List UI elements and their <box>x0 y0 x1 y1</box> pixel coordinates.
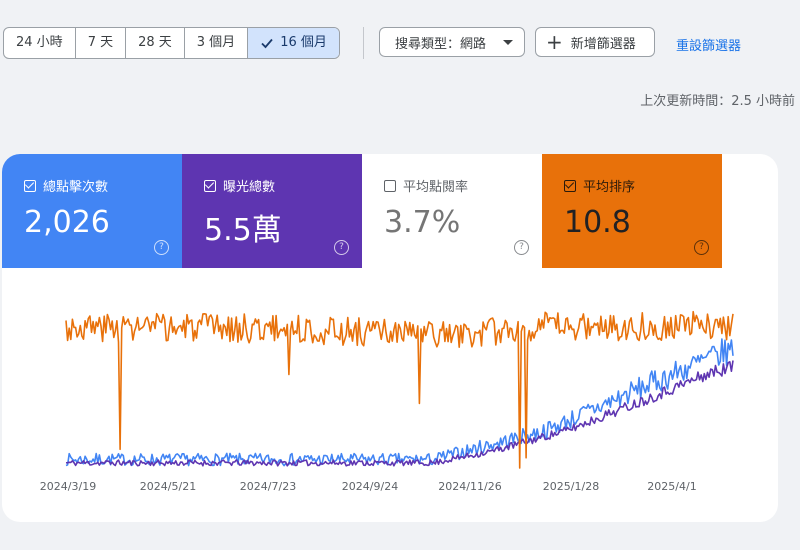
date-range-group: 24 小時 7 天 28 天 3 個月 16 個月 <box>3 27 340 59</box>
series-line-1 <box>65 360 734 467</box>
add-filter-label: 新增篩選器 <box>570 36 636 52</box>
reset-filters-link[interactable]: 重設篩選器 <box>676 35 741 54</box>
plus-icon: + <box>546 30 563 54</box>
performance-chart: 2024/3/19 2024/5/21 2024/7/23 2024/9/24 2024… <box>40 310 734 493</box>
performance-panel: 總點擊次數 2,026 ? 曝光總數 5.5萬 ? 平均點閱率 3.7% ? 平… <box>2 154 778 522</box>
x-tick-label: 2025/1/28 <box>543 480 599 493</box>
x-tick-label: 2025/4/1 <box>647 480 696 493</box>
series-line-0 <box>65 338 734 467</box>
metric-value: 10.8 <box>564 205 631 240</box>
last-updated-text: 上次更新時間：2.5 小時前 <box>640 94 795 109</box>
checkbox-icon[interactable] <box>204 179 216 192</box>
range-3m-button[interactable]: 3 個月 <box>185 28 249 58</box>
checkbox-icon[interactable] <box>384 179 396 192</box>
x-tick-label: 2024/9/24 <box>342 480 398 493</box>
range-16m-label: 16 個月 <box>280 35 327 50</box>
metric-value: 3.7% <box>384 205 461 240</box>
x-tick-label: 2024/11/26 <box>438 480 501 493</box>
search-type-label: 搜尋類型：網路 <box>395 36 487 52</box>
range-16m-button[interactable]: 16 個月 <box>248 28 339 58</box>
metric-card-clicks[interactable]: 總點擊次數 2,026 ? <box>2 154 182 268</box>
checkbox-icon[interactable] <box>564 179 576 192</box>
metric-label: 曝光總數 <box>223 180 276 195</box>
help-icon[interactable]: ? <box>694 240 709 255</box>
metric-card-position[interactable]: 平均排序 10.8 ? <box>542 154 722 268</box>
metric-label: 平均排序 <box>583 180 636 195</box>
help-icon[interactable]: ? <box>514 240 529 255</box>
caret-down-icon <box>503 40 513 45</box>
help-icon[interactable]: ? <box>154 240 169 255</box>
metric-card-impressions[interactable]: 曝光總數 5.5萬 ? <box>182 154 362 268</box>
range-24h-button[interactable]: 24 小時 <box>4 28 76 58</box>
metric-label: 總點擊次數 <box>43 180 109 195</box>
series-line-2 <box>65 310 734 469</box>
x-tick-label: 2024/7/23 <box>240 480 296 493</box>
search-type-dropdown[interactable]: 搜尋類型：網路 <box>379 27 525 57</box>
help-icon[interactable]: ? <box>334 240 349 255</box>
x-axis-labels: 2024/3/19 2024/5/21 2024/7/23 2024/9/24 2024… <box>40 480 697 493</box>
x-tick-label: 2024/3/19 <box>40 480 96 493</box>
toolbar-divider <box>363 27 364 59</box>
add-filter-button[interactable]: + 新增篩選器 <box>535 27 655 57</box>
range-28d-button[interactable]: 28 天 <box>126 28 185 58</box>
metric-label: 平均點閱率 <box>403 180 469 195</box>
x-tick-label: 2024/5/21 <box>140 480 196 493</box>
check-icon <box>261 38 273 49</box>
metric-value: 2,026 <box>24 205 110 240</box>
checkbox-icon[interactable] <box>24 179 36 192</box>
toolbar: 24 小時 7 天 28 天 3 個月 16 個月 搜尋類型：網路 + 新增篩選… <box>0 0 800 90</box>
chart-lines <box>65 310 734 469</box>
metric-card-ctr[interactable]: 平均點閱率 3.7% ? <box>362 154 542 268</box>
range-7d-button[interactable]: 7 天 <box>76 28 127 58</box>
